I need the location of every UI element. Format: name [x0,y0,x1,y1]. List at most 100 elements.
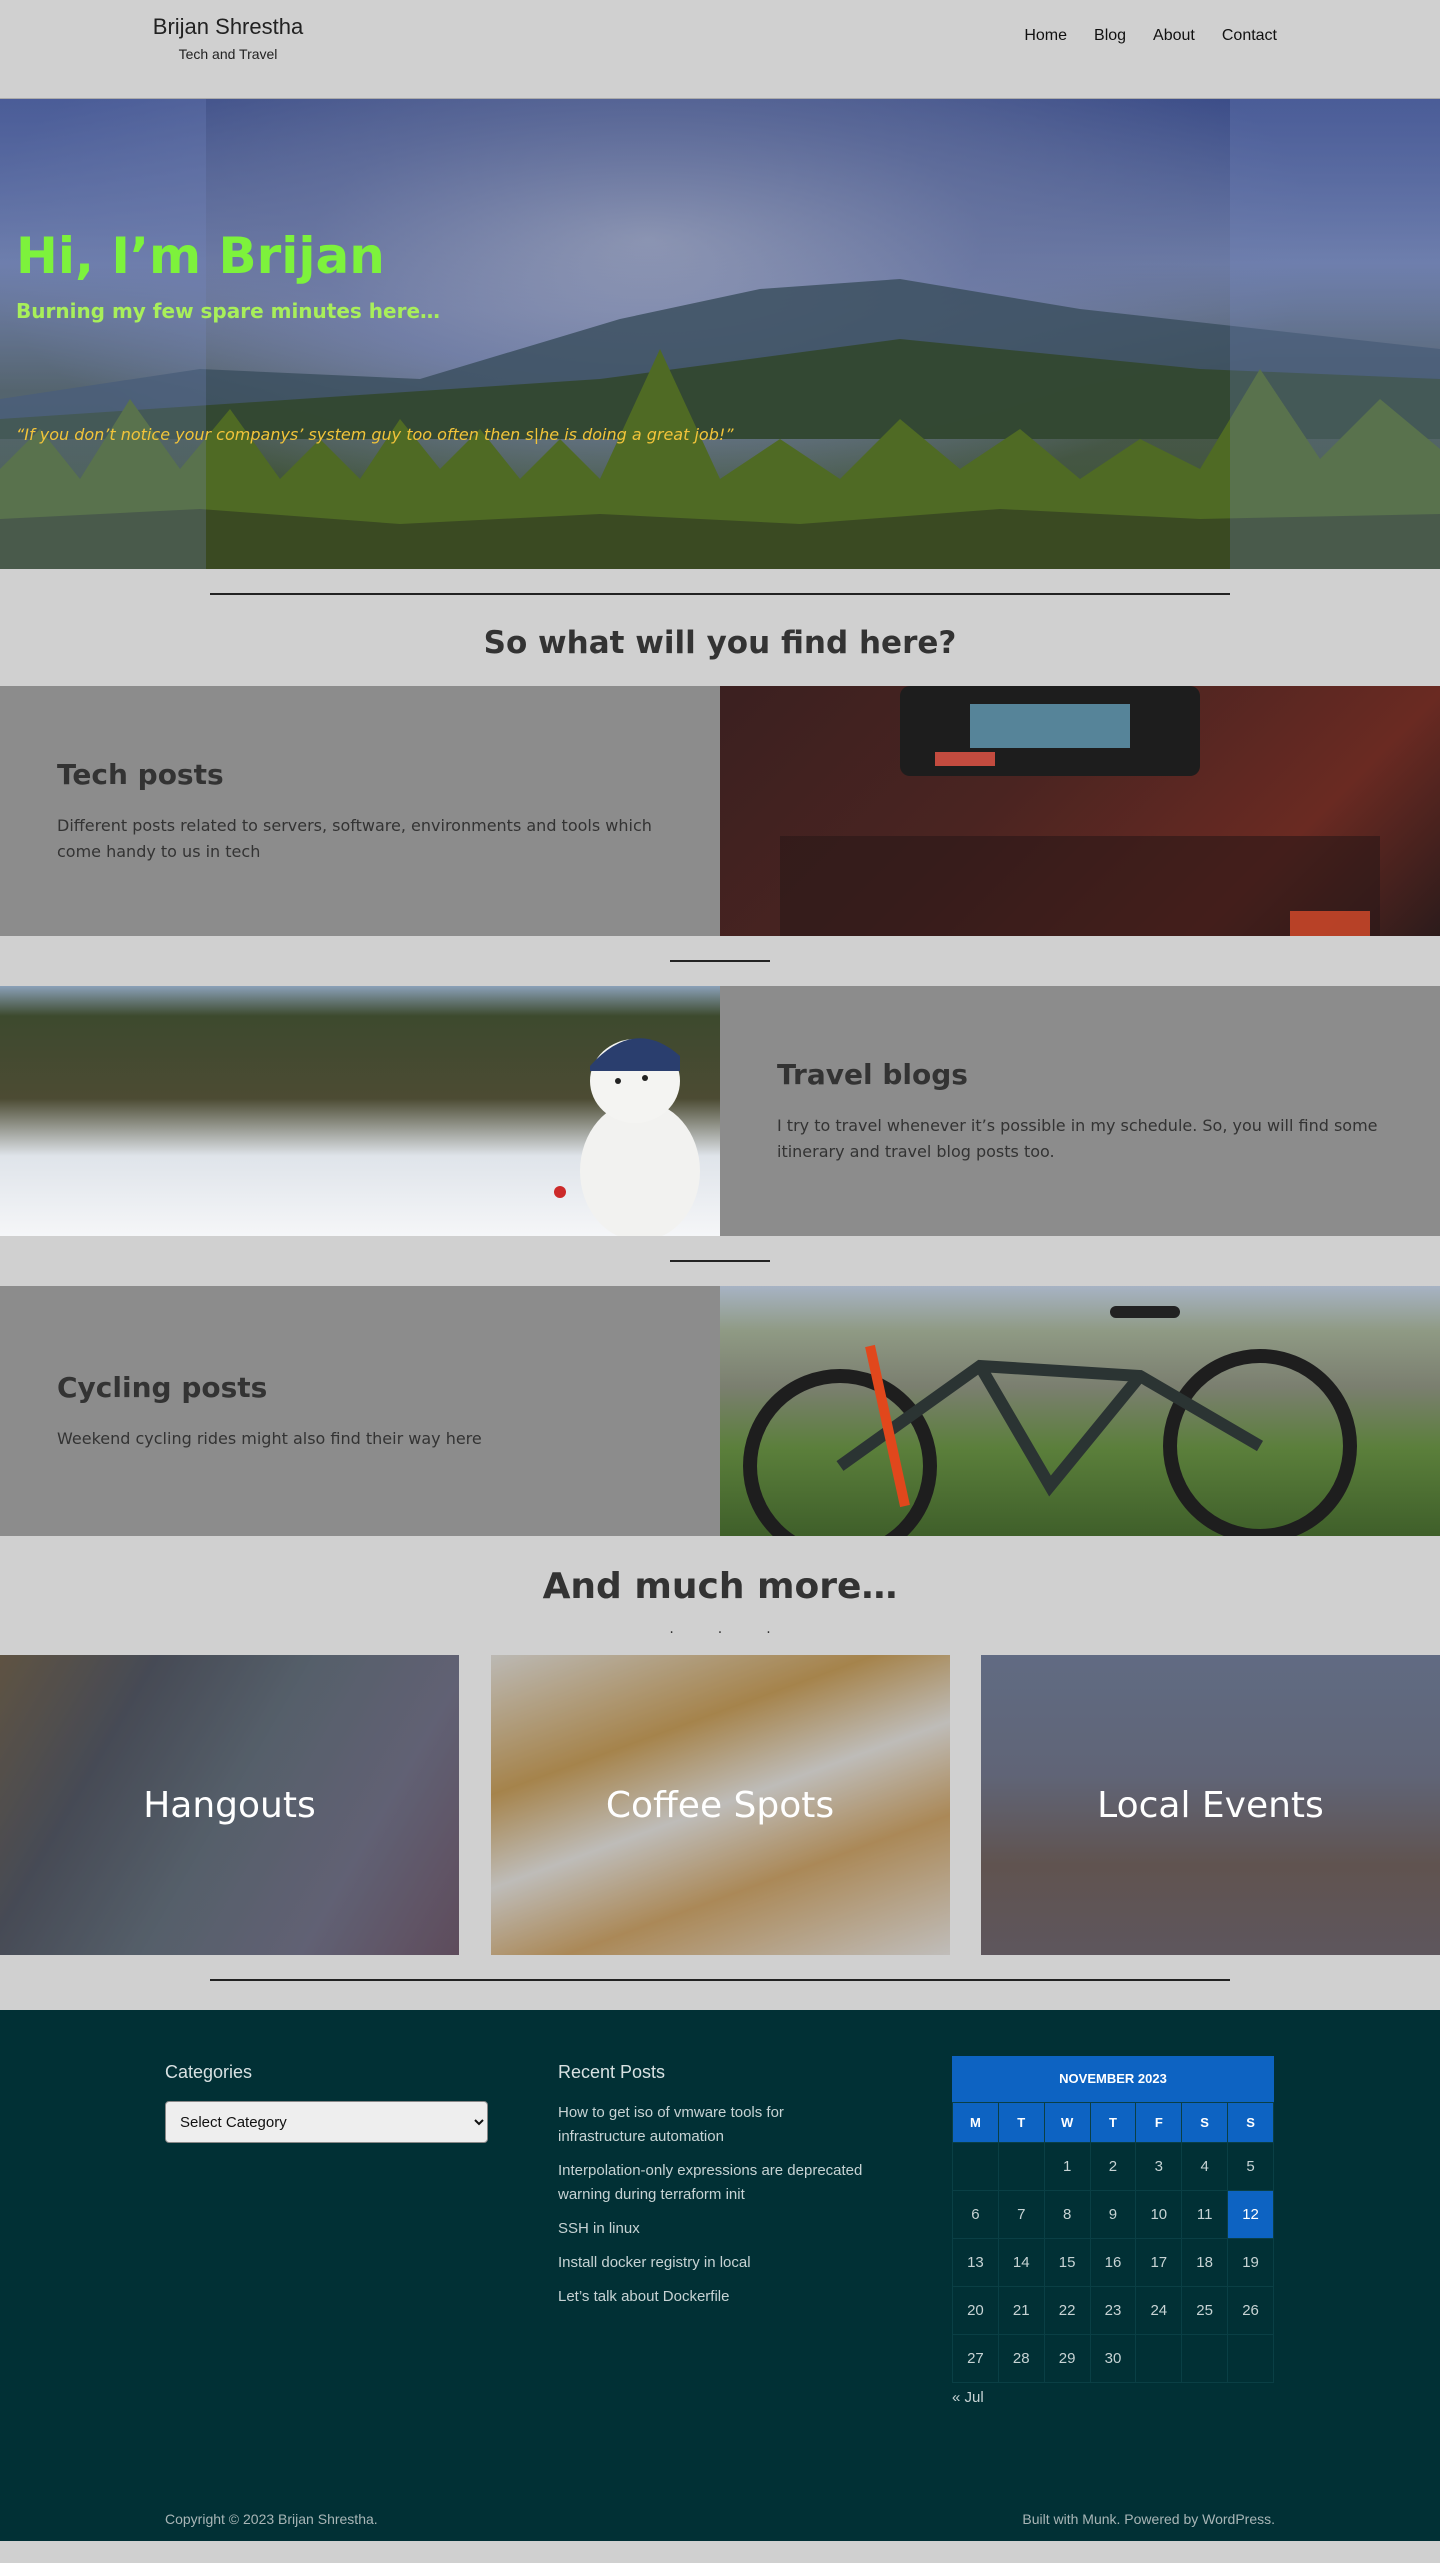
calendar-day: 29 [1043,2334,1091,2383]
brand: Brijan Shrestha Tech and Travel [149,14,307,62]
calendar-empty-cell [1181,2334,1229,2383]
nav-about[interactable]: About [1153,27,1195,45]
recent-post-link[interactable]: Install docker registry in local [558,2251,868,2275]
feature-description: Different posts related to servers, soft… [57,815,652,861]
feature-title: Tech posts [57,757,224,791]
feature-cycling-text: Cycling posts Weekend cycling rides migh… [0,1286,720,1536]
wordpress-link[interactable]: WordPress [1202,2511,1271,2527]
calendar-day: 10 [1135,2190,1183,2239]
recent-post-link[interactable]: Interpolation-only expressions are depre… [558,2159,868,2207]
recent-post-link[interactable]: Let’s talk about Dockerfile [558,2285,868,2309]
widget-title: Categories [165,2062,253,2082]
feature-travel-image [0,986,720,1236]
nav-contact[interactable]: Contact [1222,27,1277,45]
widget-title: Recent Posts [558,2062,666,2082]
feature-tech-text: Tech posts Different posts related to se… [0,686,720,936]
card-label: Local Events [1097,1784,1324,1826]
hero-banner: Hi, I’m Brijan Burning my few spare minu… [0,99,1440,569]
nav-blog[interactable]: Blog [1094,27,1126,45]
section-heading: So what will you find here? [483,625,957,661]
calendar-day: 3 [1135,2142,1183,2191]
calendar-day: 12 [1227,2190,1274,2239]
calendar-table: M T W T F S S 1 2 3 4 5 6 7 8 9 10 11 12 13 14 15 16 17 1… [952,2102,1274,2383]
nav-home[interactable]: Home [1024,27,1067,45]
card-label: Coffee Spots [605,1784,835,1826]
calendar-day: 21 [997,2286,1045,2335]
calendar-day: 2 [1089,2142,1137,2191]
hero-subtitle: Burning my few spare minutes here… [16,299,441,323]
credits: Built with Munk. Powered by WordPress. [1022,2511,1275,2527]
site-footer: Categories Select Category Recent Posts … [0,2010,1440,2541]
categories-widget: Categories Select Category [165,2062,488,2143]
calendar-day: 16 [1089,2238,1137,2287]
calendar-day: 9 [1089,2190,1137,2239]
card-local-events[interactable]: Local Events [981,1655,1440,1955]
section-heading: And much more… [542,1566,898,1607]
feature-cycling: Cycling posts Weekend cycling rides migh… [0,1286,1440,1536]
recent-post-link[interactable]: SSH in linux [558,2217,868,2241]
category-select[interactable]: Select Category [165,2101,488,2143]
calendar-day: 17 [1135,2238,1183,2287]
copyright: Copyright © 2023 Brijan Shrestha. [165,2511,378,2527]
feature-travel-text: Travel blogs I try to travel whenever it… [720,986,1440,1236]
calendar-day: 6 [952,2190,999,2239]
site-header: Brijan Shrestha Tech and Travel Home Blo… [0,0,1440,99]
calendar-week: 27 28 29 30 [952,2334,1274,2383]
calendar-empty-cell [1227,2334,1274,2383]
hero-quote: “If you don’t notice your companys’ syst… [16,425,734,444]
calendar-day: 20 [952,2286,999,2335]
weekday-header: S [1227,2102,1274,2143]
recent-posts-widget: Recent Posts How to get iso of vmware to… [558,2062,868,2319]
recent-post-link[interactable]: How to get iso of vmware tools for infra… [558,2101,868,2149]
feature-cycling-image [720,1286,1440,1536]
calendar-week: 13 14 15 16 17 18 19 [952,2238,1274,2287]
feature-title: Travel blogs [777,1057,968,1091]
calendar-day: 25 [1181,2286,1229,2335]
theme-link[interactable]: Munk [1082,2511,1116,2527]
calendar-day: 28 [997,2334,1045,2383]
credits-suffix: . [1271,2511,1275,2527]
calendar-prev-link[interactable]: « Jul [952,2389,984,2406]
weekday-header: T [997,2102,1045,2143]
calendar-day: 18 [1181,2238,1229,2287]
site-tagline: Tech and Travel [178,46,278,62]
credits-prefix: Built with [1022,2511,1083,2527]
calendar-day: 22 [1043,2286,1091,2335]
calendar-day: 27 [952,2334,999,2383]
weekday-header: T [1089,2102,1137,2143]
hero-side-panel-left [0,99,206,569]
calendar-day: 14 [997,2238,1045,2287]
credits-mid: . Powered by [1116,2511,1203,2527]
card-coffee-spots[interactable]: Coffee Spots [490,1655,950,1955]
feature-description: Weekend cycling rides might also find th… [57,1428,482,1448]
calendar-caption: NOVEMBER 2023 [952,2056,1274,2102]
feature-tech: Tech posts Different posts related to se… [0,686,1440,936]
card-label: Hangouts [143,1784,316,1826]
feature-tech-image [720,686,1440,936]
weekday-header: S [1181,2102,1229,2143]
calendar-day: 24 [1135,2286,1183,2335]
calendar-empty-cell [997,2142,1045,2191]
dots-separator: ... [669,1621,815,1637]
calendar-week: 20 21 22 23 24 25 26 [952,2286,1274,2335]
calendar-day: 11 [1181,2190,1229,2239]
weekday-header: F [1135,2102,1183,2143]
feature-description: I try to travel whenever it’s possible i… [777,1115,1378,1161]
calendar-week: 12345 [952,2142,1274,2191]
card-hangouts[interactable]: Hangouts [0,1655,459,1955]
category-cards: Hangouts Coffee Spots Local Events [0,1655,1440,1955]
site-title-link[interactable]: Brijan Shrestha [149,14,307,40]
calendar-week: 6 7 8 9 10 11 12 [952,2190,1274,2239]
hero-side-panel-right [1230,99,1440,569]
feature-travel: Travel blogs I try to travel whenever it… [0,986,1440,1236]
calendar-day: 13 [952,2238,999,2287]
hero-title: Hi, I’m Brijan [16,227,385,285]
calendar-empty-cell [952,2142,999,2191]
main-nav: Home Blog About Contact [997,27,1277,45]
weekday-header: W [1043,2102,1091,2143]
calendar-day: 4 [1181,2142,1229,2191]
calendar-day: 7 [997,2190,1045,2239]
calendar-day: 23 [1089,2286,1137,2335]
calendar-day: 19 [1227,2238,1274,2287]
calendar-day: 30 [1089,2334,1137,2383]
